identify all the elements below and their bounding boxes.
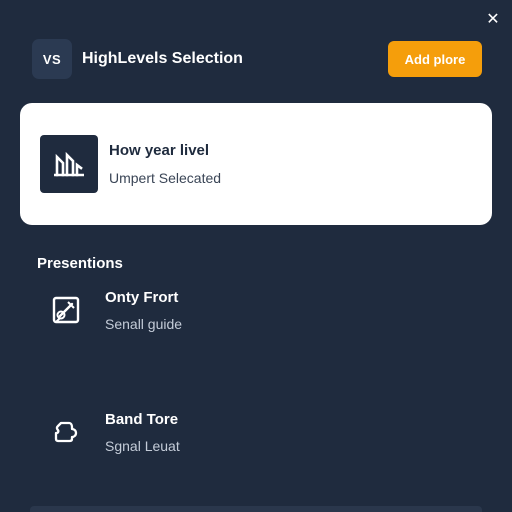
list-item-title: Band Tore bbox=[105, 411, 179, 428]
list-item[interactable]: Onty Frort Senall guide bbox=[44, 288, 464, 344]
list-item-subtitle: Senall guide bbox=[105, 316, 183, 332]
close-button[interactable]: ✕ bbox=[482, 8, 504, 30]
page-title: HighLevels Selection bbox=[82, 50, 243, 67]
card-subtitle: Umpert Selecated bbox=[109, 170, 222, 186]
section-heading: Presentions bbox=[37, 255, 123, 272]
edit-frame-icon bbox=[44, 288, 88, 332]
chart-icon bbox=[40, 135, 98, 193]
app-logo: VS bbox=[32, 39, 72, 79]
shape-outline-icon bbox=[44, 410, 88, 454]
selected-card[interactable]: How year livel Umpert Selecated bbox=[20, 103, 492, 225]
list-item[interactable]: Band Tore Sgnal Leuat bbox=[44, 410, 464, 466]
close-icon: ✕ bbox=[486, 11, 500, 28]
header: VS HighLevels Selection Add plore bbox=[32, 38, 482, 80]
add-button[interactable]: Add plore bbox=[388, 41, 482, 77]
list-item-subtitle: Sgnal Leuat bbox=[105, 438, 180, 454]
bottom-divider bbox=[30, 506, 482, 512]
card-title: How year livel bbox=[109, 142, 210, 159]
list-item-title: Onty Frort bbox=[105, 289, 179, 306]
